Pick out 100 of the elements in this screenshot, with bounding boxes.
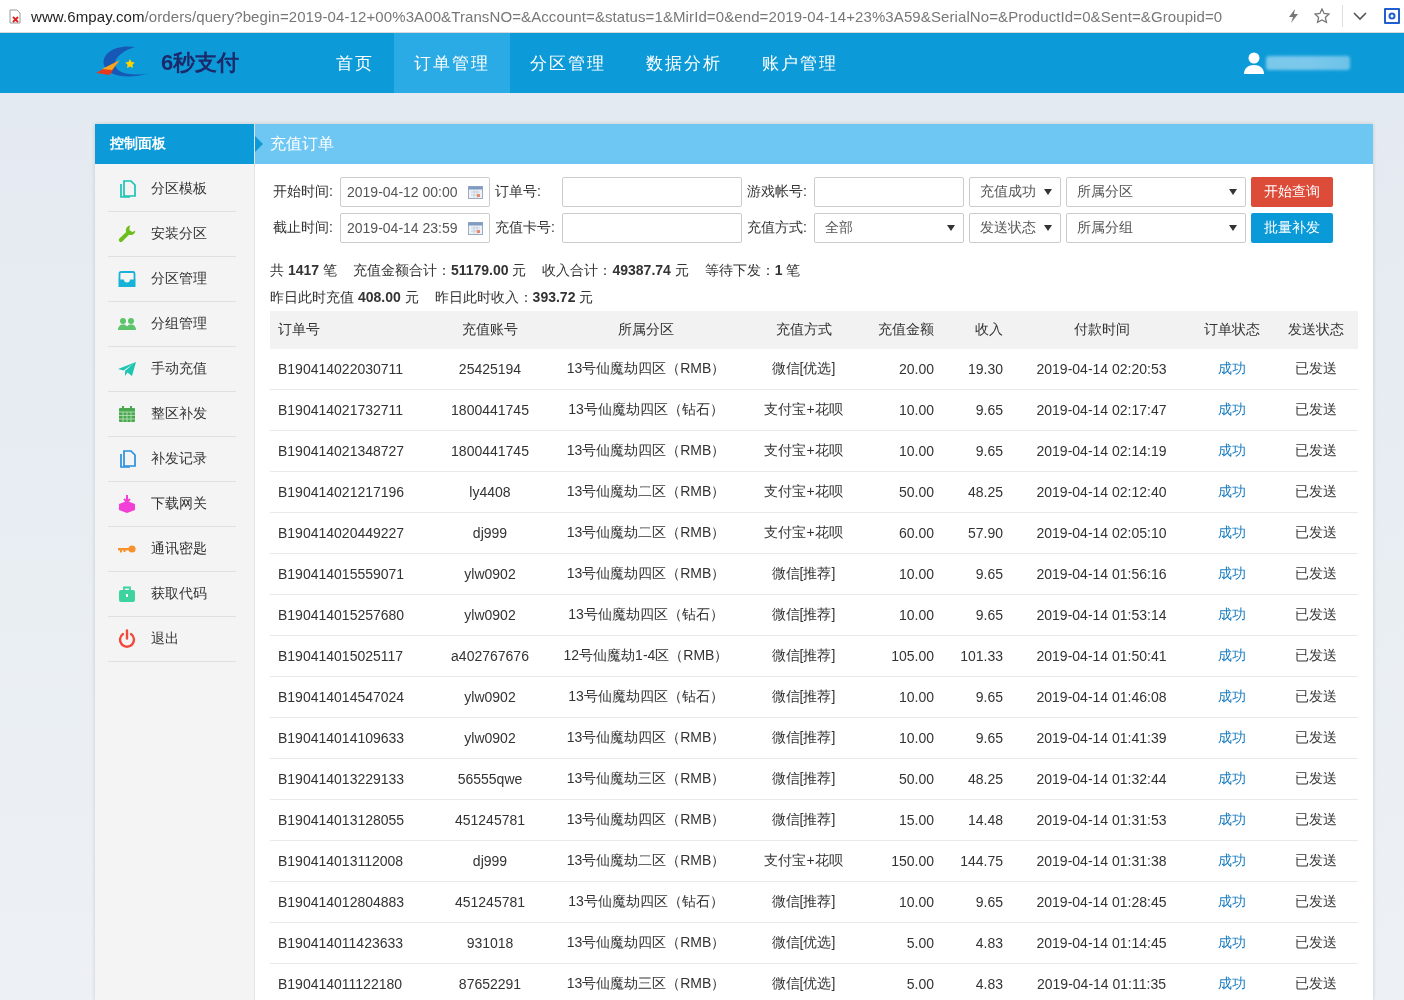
nav-tab[interactable]: 订单管理 xyxy=(394,33,510,93)
action-button[interactable]: 开始查询 xyxy=(1251,177,1333,207)
sidebar-item[interactable]: 分组管理 xyxy=(108,302,236,347)
order-status-link[interactable]: 成功 xyxy=(1218,442,1246,458)
account-cell: 931018 xyxy=(425,922,555,964)
income-cell: 9.65 xyxy=(945,594,1013,636)
order-status-link[interactable]: 成功 xyxy=(1218,934,1246,950)
caret-icon xyxy=(1044,189,1052,195)
nav-tab[interactable]: 账户管理 xyxy=(742,33,858,93)
sidebar-item[interactable]: 安装分区 xyxy=(108,212,236,257)
payment-time-cell: 2019-04-14 01:28:45 xyxy=(1013,881,1190,923)
app-tile-icon[interactable] xyxy=(1384,8,1400,24)
pointer-triangle-icon xyxy=(255,136,263,152)
order-status-link[interactable]: 成功 xyxy=(1218,565,1246,581)
sidebar-item[interactable]: 分区模板 xyxy=(108,167,236,212)
column-header: 充值方式 xyxy=(737,311,870,349)
payment-time-cell: 2019-04-14 01:14:45 xyxy=(1013,922,1190,964)
nav-tab[interactable]: 分区管理 xyxy=(510,33,626,93)
income-cell: 48.25 xyxy=(945,758,1013,800)
order-status-link[interactable]: 成功 xyxy=(1218,811,1246,827)
nav-tab[interactable]: 首页 xyxy=(316,33,394,93)
send-status-cell: 已发送 xyxy=(1274,881,1358,923)
dropdown-select[interactable]: 发送状态 xyxy=(969,213,1061,243)
account-cell: a402767676 xyxy=(425,635,555,677)
summary-text: 共 1417 笔 xyxy=(270,261,337,280)
sidebar-item[interactable]: 获取代码 xyxy=(108,572,236,617)
income-cell: 9.65 xyxy=(945,676,1013,718)
send-status-cell: 已发送 xyxy=(1274,635,1358,677)
order-status-link[interactable]: 成功 xyxy=(1218,729,1246,745)
payment-time-cell: 2019-04-14 02:14:19 xyxy=(1013,430,1190,472)
order-number-cell: B190414014547024 xyxy=(270,676,425,718)
user-silhouette-icon[interactable] xyxy=(1244,52,1264,74)
payment-time-cell: 2019-04-14 01:46:08 xyxy=(1013,676,1190,718)
field-label: 充值卡号: xyxy=(495,218,556,237)
account-cell: 87652291 xyxy=(425,963,555,1000)
action-button[interactable]: 批量补发 xyxy=(1251,213,1333,243)
order-status-link[interactable]: 成功 xyxy=(1218,893,1246,909)
dropdown-select[interactable]: 所属分组 xyxy=(1066,213,1246,243)
order-status-link[interactable]: 成功 xyxy=(1218,852,1246,868)
sidebar-item[interactable]: 整区补发 xyxy=(108,392,236,437)
sidebar-item[interactable]: 手动充值 xyxy=(108,347,236,392)
star-icon[interactable] xyxy=(1314,8,1330,24)
amount-cell: 10.00 xyxy=(870,553,945,595)
documents-icon xyxy=(117,449,137,469)
order-status-link[interactable]: 成功 xyxy=(1218,606,1246,622)
order-status-link[interactable]: 成功 xyxy=(1218,688,1246,704)
zone-cell: 13号仙魔劫四区（RMB） xyxy=(555,349,737,390)
order-number-cell: B190414022030711 xyxy=(270,349,425,390)
zone-cell: 13号仙魔劫二区（RMB） xyxy=(555,471,737,513)
dropdown-select[interactable]: 所属分区 xyxy=(1066,177,1246,207)
order-status-link[interactable]: 成功 xyxy=(1218,524,1246,540)
dropdown-select[interactable]: 全部 xyxy=(814,213,964,243)
send-status-cell: 已发送 xyxy=(1274,430,1358,472)
payment-time-cell: 2019-04-14 01:53:14 xyxy=(1013,594,1190,636)
payment-time-cell: 2019-04-14 02:05:10 xyxy=(1013,512,1190,554)
send-status-cell: 已发送 xyxy=(1274,922,1358,964)
order-number-cell: B190414013128055 xyxy=(270,799,425,841)
date-field[interactable]: 2019-04-12 00:00 xyxy=(340,177,490,207)
date-field[interactable]: 2019-04-14 23:59 xyxy=(340,213,490,243)
wrench-icon xyxy=(117,224,137,244)
sidebar-item[interactable]: 下载网关 xyxy=(108,482,236,527)
send-status-cell: 已发送 xyxy=(1274,758,1358,800)
order-status-link[interactable]: 成功 xyxy=(1218,647,1246,663)
order-number-cell: B190414011122180 xyxy=(270,963,425,1000)
order-number-cell: B190414020449227 xyxy=(270,512,425,554)
sidebar-item[interactable]: 补发记录 xyxy=(108,437,236,482)
nav-tab[interactable]: 数据分析 xyxy=(626,33,742,93)
amount-cell: 5.00 xyxy=(870,963,945,1000)
order-status-link[interactable]: 成功 xyxy=(1218,483,1246,499)
input-field[interactable] xyxy=(814,177,964,207)
sidebar-item[interactable]: 退出 xyxy=(108,617,236,662)
dropdown-select[interactable]: 充值成功 xyxy=(969,177,1061,207)
amount-cell: 10.00 xyxy=(870,676,945,718)
payment-time-cell: 2019-04-14 02:20:53 xyxy=(1013,349,1190,390)
zone-cell: 13号仙魔劫四区（RMB） xyxy=(555,553,737,595)
payment-time-cell: 2019-04-14 01:56:16 xyxy=(1013,553,1190,595)
order-status-link[interactable]: 成功 xyxy=(1218,401,1246,417)
order-status-link[interactable]: 成功 xyxy=(1218,360,1246,376)
sidebar-item[interactable]: 通讯密匙 xyxy=(108,527,236,572)
payment-method-cell: 微信[优选] xyxy=(737,349,870,390)
order-status-link[interactable]: 成功 xyxy=(1218,975,1246,991)
field-label: 截止时间: xyxy=(273,218,334,237)
calendar-icon xyxy=(468,185,483,199)
briefcase-icon xyxy=(117,584,137,604)
zone-cell: 13号仙魔劫四区（RMB） xyxy=(555,922,737,964)
field-label: 订单号: xyxy=(495,182,542,201)
lightning-icon[interactable] xyxy=(1289,9,1298,23)
sidebar-item[interactable]: 分区管理 xyxy=(108,257,236,302)
amount-cell: 5.00 xyxy=(870,922,945,964)
income-cell: 4.83 xyxy=(945,963,1013,1000)
chevron-down-icon[interactable] xyxy=(1353,11,1367,21)
input-field[interactable] xyxy=(562,177,742,207)
payment-method-cell: 微信[推荐] xyxy=(737,553,870,595)
input-field[interactable] xyxy=(562,213,742,243)
order-number-cell: B190414021217196 xyxy=(270,471,425,513)
order-number-cell: B190414015025117 xyxy=(270,635,425,677)
page-error-icon xyxy=(8,8,23,24)
income-cell: 9.65 xyxy=(945,430,1013,472)
inbox-tray-icon xyxy=(117,269,137,289)
order-status-link[interactable]: 成功 xyxy=(1218,770,1246,786)
